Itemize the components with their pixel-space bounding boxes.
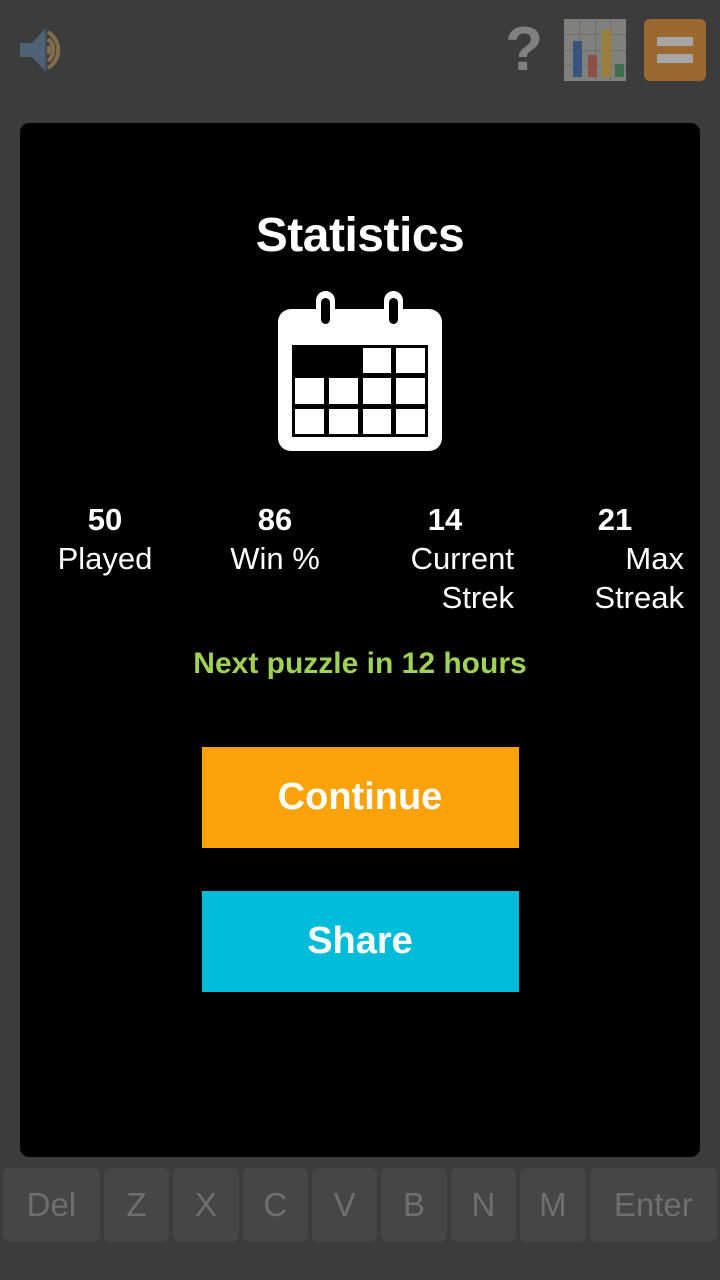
hamburger-menu-icon[interactable] [644, 19, 706, 81]
key-v[interactable]: V [311, 1168, 378, 1242]
key-enter[interactable]: Enter [589, 1168, 718, 1242]
statistics-dialog: Statistics 50 Played 86 Win % 14 Current… [20, 123, 700, 1157]
stat-current-streak-value: 14 [427, 502, 463, 537]
next-puzzle-countdown: Next puzzle in 12 hours [193, 647, 527, 680]
stat-win-percent: 86 Win % [190, 501, 360, 617]
dialog-actions: Continue Share [20, 747, 700, 992]
calendar-ring-hole-left [321, 298, 330, 324]
stat-current-streak: 14 Current Strek [360, 501, 530, 617]
key-z[interactable]: Z [103, 1168, 170, 1242]
statistics-row: 50 Played 86 Win % 14 Current Strek 21 M… [20, 501, 700, 617]
stat-played: 50 Played [20, 501, 190, 617]
share-button[interactable]: Share [201, 891, 519, 992]
key-b[interactable]: B [381, 1168, 447, 1242]
keyboard-row: Del Z X C V B N M Enter [0, 1168, 720, 1242]
menu-line-1 [657, 37, 693, 46]
key-x[interactable]: X [173, 1168, 239, 1242]
help-icon-glyph: ? [505, 15, 543, 84]
stat-win-percent-value: 86 [257, 502, 293, 537]
calendar-grid [292, 345, 428, 437]
menu-line-2 [657, 54, 693, 63]
question-mark-help-icon[interactable]: ? [502, 18, 546, 82]
toolbar-right-icons: ? [502, 18, 706, 82]
continue-button[interactable]: Continue [201, 747, 519, 848]
calendar-ring-hole-right [389, 298, 398, 324]
stat-win-percent-label: Win % [230, 541, 320, 576]
stat-max-streak-value: 21 [597, 502, 633, 537]
stat-played-value: 50 [87, 502, 123, 537]
key-c[interactable]: C [242, 1168, 308, 1242]
stat-current-streak-label: Current Strek [410, 541, 514, 615]
stat-played-label: Played [57, 541, 153, 576]
key-n[interactable]: N [450, 1168, 517, 1242]
page-title: Statistics [255, 209, 465, 262]
stat-max-streak-label: Max Streak [594, 541, 684, 615]
key-m[interactable]: M [520, 1168, 586, 1242]
bar-chart-statistics-icon[interactable] [564, 19, 626, 81]
speaker-volume-icon[interactable] [14, 18, 78, 82]
calendar-icon [278, 291, 442, 451]
stat-max-streak: 21 Max Streak [530, 501, 700, 617]
top-toolbar: ? [0, 0, 720, 100]
key-del[interactable]: Del [3, 1168, 100, 1242]
